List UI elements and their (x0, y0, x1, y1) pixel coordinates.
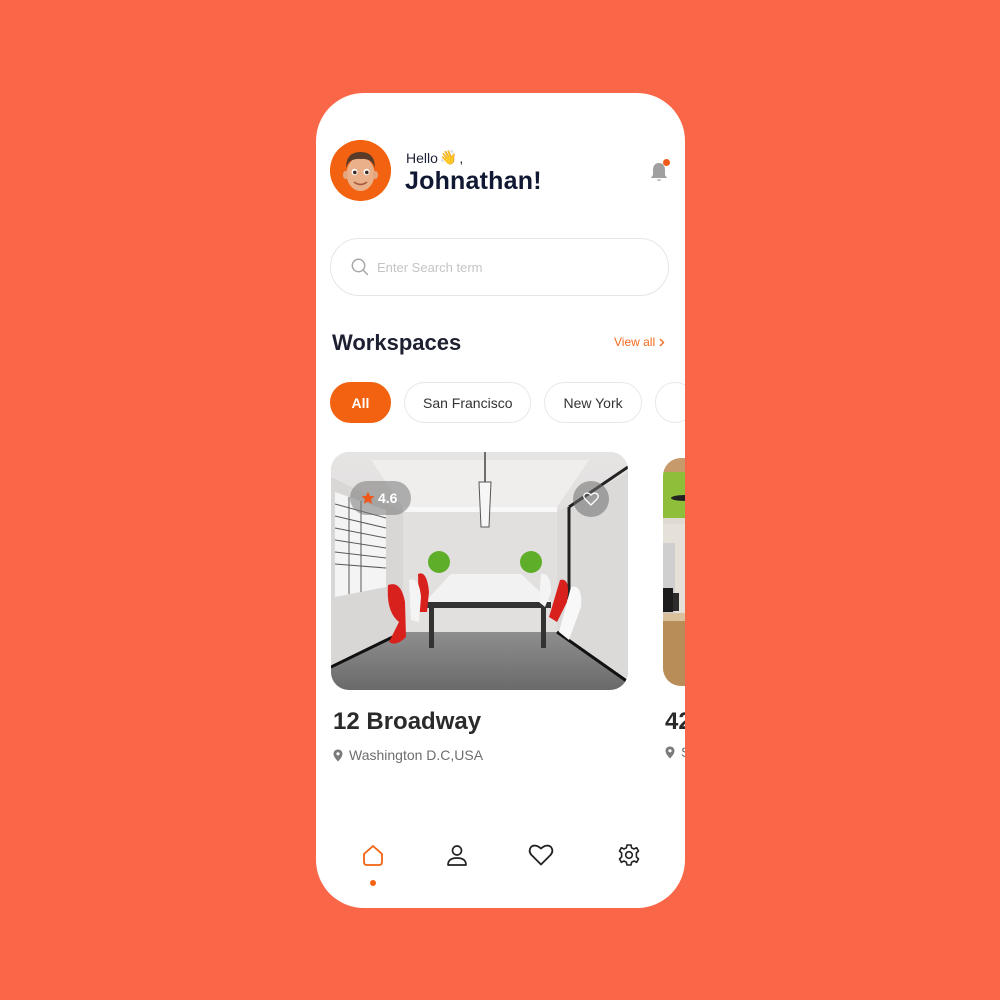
nav-favorites[interactable] (527, 841, 555, 869)
view-all-label: View all (614, 335, 656, 349)
filter-chip-more[interactable] (654, 382, 685, 423)
notification-dot (663, 159, 670, 166)
avatar-face-icon (330, 140, 391, 201)
chevron-right-icon (659, 338, 665, 346)
location-text: S (681, 744, 685, 760)
phone-screen: Hello 👋 , Johnathan! Workspaces View all… (316, 93, 685, 908)
nav-profile[interactable] (443, 841, 471, 869)
location-pin-icon (333, 749, 343, 761)
search-icon (351, 258, 369, 276)
favorite-button[interactable] (573, 481, 609, 517)
filter-chip-new-york[interactable]: New York (544, 382, 642, 423)
location-text: Washington D.C,USA (349, 747, 484, 763)
star-icon (361, 491, 375, 504)
filter-chips: All San Francisco New York (330, 382, 685, 423)
workspace-image[interactable]: 4.6 (331, 452, 628, 690)
view-all-link[interactable]: View all (614, 335, 665, 349)
heart-icon (528, 844, 554, 866)
waving-hand-icon: 👋 (439, 149, 458, 165)
workspace-location: S (665, 744, 685, 760)
rating-badge: 4.6 (350, 481, 412, 515)
workspace-title[interactable]: 42 (665, 708, 685, 736)
heart-outline-icon (583, 492, 599, 506)
office-image (663, 458, 685, 686)
workspace-card[interactable]: 4.6 12 Broadway Washington D.C,USA (331, 452, 628, 763)
workspace-title[interactable]: 12 Broadway (333, 708, 481, 736)
nav-settings[interactable] (615, 841, 643, 869)
rating-value: 4.6 (378, 490, 398, 506)
greeting: Hello 👋 , (406, 149, 463, 166)
section-title: Workspaces (332, 330, 462, 355)
workspace-card[interactable]: 42 S (663, 458, 685, 760)
home-icon (363, 845, 383, 866)
filter-chip-san-francisco[interactable]: San Francisco (404, 382, 532, 423)
workspace-location: Washington D.C,USA (333, 747, 483, 763)
search-bar[interactable] (330, 238, 669, 296)
workspace-image[interactable] (663, 458, 685, 686)
user-icon (447, 845, 467, 866)
avatar[interactable] (330, 140, 391, 201)
active-indicator (370, 880, 376, 886)
location-pin-icon (665, 746, 675, 758)
greeting-text: Hello (406, 149, 438, 166)
search-input[interactable] (377, 259, 637, 275)
nav-home[interactable] (359, 841, 387, 869)
greeting-suffix: , (459, 149, 464, 166)
user-name: Johnathan! (405, 167, 542, 195)
filter-chip-all[interactable]: All (330, 382, 391, 423)
settings-icon (618, 844, 640, 866)
